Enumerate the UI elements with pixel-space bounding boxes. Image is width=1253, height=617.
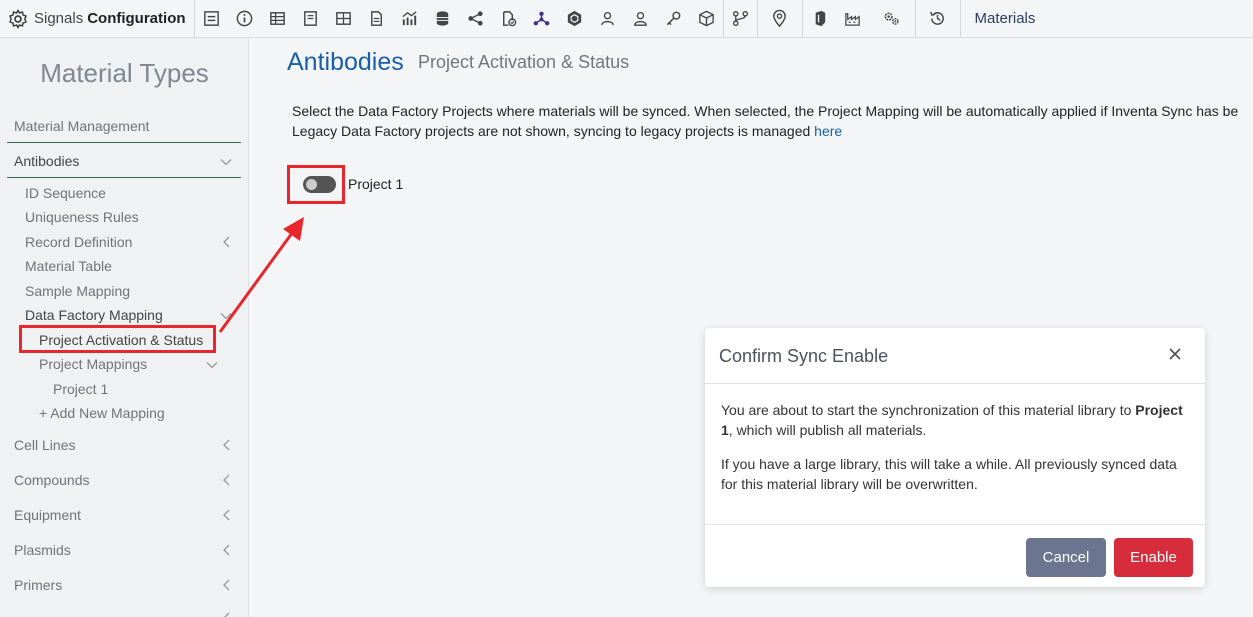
sidebar-item-material-table[interactable]: Material Table — [25, 258, 112, 274]
dialog-title: Confirm Sync Enable — [719, 346, 889, 366]
top-toolbar: Signals Configuration Materials — [0, 0, 1253, 38]
description-line-2-text: Legacy Data Factory projects are not sho… — [292, 123, 815, 139]
cancel-button[interactable]: Cancel — [1026, 538, 1106, 577]
legacy-here-link[interactable]: here — [814, 123, 842, 139]
enable-button[interactable]: Enable — [1114, 538, 1193, 577]
sidebar-item-project-mappings[interactable]: Project Mappings — [39, 356, 147, 372]
sidebar-divider — [7, 142, 241, 143]
sidebar-item-primers[interactable]: Primers — [14, 577, 62, 593]
dialog-message-1-suffix: , which will publish all materials. — [728, 422, 927, 438]
sidebar-item-plasmids[interactable]: Plasmids — [14, 542, 71, 558]
sidebar-item-record-definition[interactable]: Record Definition — [25, 234, 132, 250]
key-icon[interactable] — [657, 0, 690, 38]
info-icon[interactable] — [228, 0, 261, 38]
dialog-message-1: You are about to start the synchronizati… — [721, 400, 1191, 440]
annotation-arrow — [218, 217, 304, 333]
chevron-left-icon[interactable] — [221, 438, 233, 451]
brand-name: Configuration — [87, 10, 186, 27]
sidebar-divider — [7, 177, 241, 178]
section-label[interactable]: Materials — [961, 10, 1036, 27]
dialog-header: Confirm Sync Enable — [705, 328, 1205, 384]
network-icon[interactable] — [525, 0, 558, 38]
sidebar-item-compounds[interactable]: Compounds — [14, 472, 90, 488]
sidebar-item-antibodies[interactable]: Antibodies — [14, 153, 79, 169]
sidebar-item-equipment[interactable]: Equipment — [14, 507, 81, 523]
form-icon[interactable] — [195, 0, 228, 38]
chevron-left-icon[interactable] — [221, 508, 233, 521]
dialog-footer: Cancel Enable — [705, 524, 1205, 587]
sidebar-item-add-new-mapping[interactable]: + Add New Mapping — [39, 405, 165, 421]
chevron-left-icon[interactable] — [221, 473, 233, 486]
description-line-1: Select the Data Factory Projects where m… — [292, 103, 1239, 119]
doc-check-icon[interactable] — [492, 0, 525, 38]
sidebar-item-cell-lines[interactable]: Cell Lines — [14, 437, 75, 453]
shield-icon[interactable] — [803, 0, 836, 38]
chevron-down-icon[interactable] — [206, 358, 218, 370]
highlight-box-sidebar — [19, 325, 216, 353]
factory-icon[interactable] — [836, 0, 869, 38]
chevron-left-icon[interactable] — [221, 578, 233, 591]
highlight-box-toggle — [287, 165, 345, 204]
grid-icon[interactable] — [327, 0, 360, 38]
gears-icon[interactable] — [869, 0, 915, 38]
user-icon[interactable] — [624, 0, 657, 38]
table-icon[interactable] — [261, 0, 294, 38]
database-icon[interactable] — [426, 0, 459, 38]
document-icon[interactable] — [360, 0, 393, 38]
workflow-icon[interactable] — [724, 0, 757, 38]
dialog-body: You are about to start the synchronizati… — [721, 400, 1191, 508]
chevron-left-icon[interactable] — [221, 543, 233, 556]
dialog-message-2: If you have a large library, this will t… — [721, 456, 1177, 492]
page-title: Antibodies — [287, 48, 404, 76]
sidebar-title: Material Types — [40, 58, 209, 88]
sidebar-item-uniqueness-rules[interactable]: Uniqueness Rules — [25, 209, 139, 225]
location-icon[interactable] — [758, 0, 802, 38]
user-group-icon[interactable] — [591, 0, 624, 38]
dialog-message-1-prefix: You are about to start the synchronizati… — [721, 402, 1136, 418]
chart-icon[interactable] — [393, 0, 426, 38]
share-icon[interactable] — [459, 0, 492, 38]
sidebar-item-project-1[interactable]: Project 1 — [53, 381, 108, 397]
notebook-icon[interactable] — [294, 0, 327, 38]
sidebar-item-sample-mapping[interactable]: Sample Mapping — [25, 283, 130, 299]
project-1-toggle-label: Project 1 — [348, 176, 404, 192]
sidebar-item-material-management[interactable]: Material Management — [14, 118, 149, 134]
page-subtitle: Project Activation & Status — [418, 52, 630, 72]
gear-icon — [9, 8, 27, 29]
chevron-left-icon[interactable] — [221, 611, 233, 617]
hexagon-icon[interactable] — [558, 0, 591, 38]
history-icon[interactable] — [916, 0, 960, 38]
chevron-down-icon[interactable] — [220, 155, 232, 167]
brand-prefix: Signals — [34, 10, 84, 27]
description-line-2: Legacy Data Factory projects are not sho… — [292, 123, 842, 139]
sidebar-item-data-factory-mapping[interactable]: Data Factory Mapping — [25, 307, 163, 323]
close-icon[interactable] — [1167, 346, 1183, 362]
app-brand[interactable]: Signals Configuration — [0, 0, 195, 38]
cube-icon[interactable] — [690, 0, 723, 38]
confirm-sync-dialog: Confirm Sync Enable You are about to sta… — [705, 328, 1205, 587]
sidebar-item-id-sequence[interactable]: ID Sequence — [25, 185, 106, 201]
